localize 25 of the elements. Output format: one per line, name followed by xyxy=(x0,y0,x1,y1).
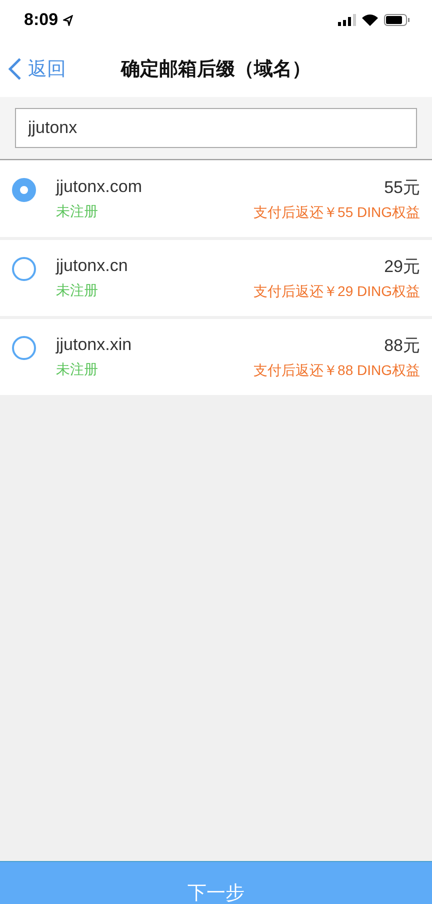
battery-icon xyxy=(384,14,410,26)
domain-option[interactable]: jjutonx.com 未注册 55元 支付后返还￥55 DING权益 xyxy=(0,161,432,237)
domain-status: 未注册 xyxy=(56,203,99,221)
radio-button[interactable] xyxy=(12,178,36,202)
domain-name: jjutonx.cn xyxy=(56,256,129,276)
location-arrow-icon xyxy=(63,14,74,26)
domain-status: 未注册 xyxy=(56,282,99,300)
domain-status: 未注册 xyxy=(56,361,99,379)
domain-name: jjutonx.xin xyxy=(56,335,133,355)
rebate-text: 支付后返还￥55 DING权益 xyxy=(254,204,420,222)
status-time: 8:09 xyxy=(24,10,58,30)
domain-name: jjutonx.com xyxy=(56,177,143,197)
signal-icon xyxy=(338,14,356,26)
domain-price: 55元 xyxy=(384,177,420,199)
chevron-left-icon xyxy=(8,56,22,80)
rebate-text: 支付后返还￥29 DING权益 xyxy=(254,283,420,301)
wifi-icon xyxy=(362,14,378,26)
domain-price: 29元 xyxy=(384,256,420,278)
radio-button[interactable] xyxy=(12,336,36,360)
domain-option[interactable]: jjutonx.cn 未注册 29元 支付后返还￥29 DING权益 xyxy=(0,240,432,316)
page-title: 确定邮箱后缀（域名） xyxy=(121,58,311,82)
radio-button[interactable] xyxy=(12,257,36,281)
domain-price: 88元 xyxy=(384,335,420,357)
rebate-text: 支付后返还￥88 DING权益 xyxy=(254,362,420,380)
domain-option[interactable]: jjutonx.xin 未注册 88元 支付后返还￥88 DING权益 xyxy=(0,319,432,395)
